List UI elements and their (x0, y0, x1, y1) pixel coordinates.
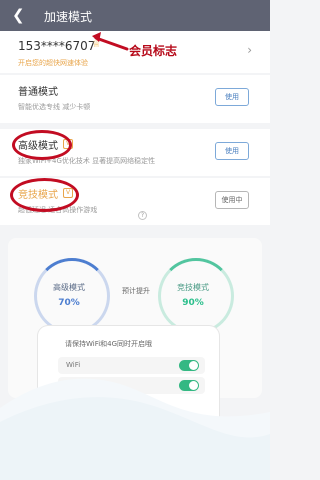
advanced-ring-percent: 70% (58, 298, 80, 308)
mobile-data-toggle[interactable] (179, 380, 199, 391)
mode-card-normal: 普通模式 智能优选专线 减少卡顿 使用 (0, 75, 270, 123)
top-bar: ❮ 加速模式 (0, 0, 270, 31)
in-use-button[interactable]: 使用中 (215, 191, 249, 209)
wifi-row: WiFi (58, 357, 205, 374)
mode-title: 竞技模式 (18, 190, 58, 201)
mode-desc: 智能优选专线 减少卡顿 (18, 103, 91, 111)
competitive-percent-ring (158, 258, 234, 334)
device-title: 请保持WiFi和4G同时开启哦 (65, 340, 153, 348)
advanced-ring-title: 高级模式 (53, 283, 85, 292)
competitive-ring-title: 竞技模式 (177, 283, 209, 292)
mode-title: 普通模式 (18, 87, 58, 98)
vip-badge-icon: V (63, 188, 73, 198)
mode-card-competitive: 竞技模式 V 超低延迟 适合高操作游戏 ? 使用中 (0, 178, 270, 225)
mode-title: 高级模式 (18, 141, 58, 152)
help-icon[interactable]: ? (138, 211, 147, 220)
annotation-label: 会员标志 (129, 44, 178, 58)
chevron-right-icon[interactable]: › (247, 43, 252, 57)
use-button[interactable]: 使用 (215, 88, 249, 106)
mode-card-advanced: 高级模式 V 独家WiFi+4G优化技术 显著提高网络稳定性 使用 (0, 129, 270, 176)
wifi-label: WiFi (66, 361, 81, 369)
advanced-percent-ring (34, 258, 110, 334)
wifi-toggle[interactable] (179, 360, 199, 371)
estimated-boost-text: 预计提升 (122, 287, 150, 295)
member-icon: ♕ (92, 39, 101, 50)
mode-desc: 超低延迟 适合高操作游戏 (18, 206, 98, 214)
competitive-ring-percent: 90% (182, 298, 204, 308)
vip-badge-icon: V (63, 139, 73, 149)
mobile-data-label: 4G (66, 381, 76, 389)
use-button[interactable]: 使用 (215, 142, 249, 160)
vip-hint: 开启您的超快网速体验 (18, 59, 88, 67)
mobile-data-row: 4G (58, 377, 205, 394)
page-title: 加速模式 (44, 10, 93, 24)
back-icon[interactable]: ❮ (12, 6, 25, 24)
phone-number: 153****6707 (18, 39, 96, 53)
mode-desc: 独家WiFi+4G优化技术 显著提高网络稳定性 (18, 157, 156, 165)
